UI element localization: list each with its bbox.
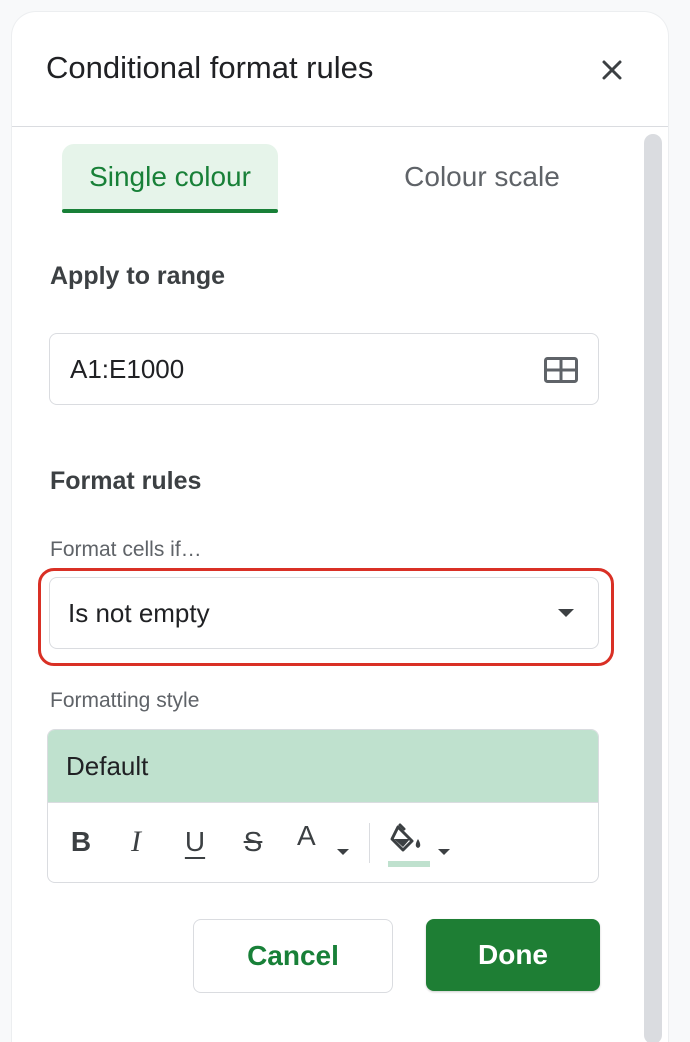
formatting-style-label: Formatting style <box>50 689 200 712</box>
done-button[interactable]: Done <box>426 919 600 991</box>
chevron-down-icon <box>558 609 574 617</box>
tab-single-colour-label: Single colour <box>89 161 251 192</box>
active-tab-indicator <box>62 209 278 213</box>
fill-color-indicator <box>388 861 430 867</box>
cancel-button[interactable]: Cancel <box>193 919 393 993</box>
tab-colour-scale[interactable]: Colour scale <box>372 144 592 210</box>
fill-color-button[interactable] <box>386 817 456 867</box>
apply-range-heading: Apply to range <box>50 262 226 290</box>
condition-dropdown[interactable]: Is not empty <box>49 577 599 649</box>
style-preview[interactable]: Default <box>48 730 598 803</box>
conditional-format-panel: Conditional format rules Single colour C… <box>12 12 668 1042</box>
panel-title: Conditional format rules <box>46 50 374 85</box>
scrollbar[interactable] <box>644 134 662 1042</box>
text-color-button[interactable]: A <box>293 817 353 867</box>
underline-button[interactable]: U <box>180 817 210 867</box>
condition-value: Is not empty <box>68 598 210 628</box>
italic-button[interactable]: I <box>121 817 151 867</box>
tab-single-colour[interactable]: Single colour <box>62 144 278 213</box>
toolbar-divider <box>369 823 370 863</box>
range-input[interactable]: A1:E1000 <box>49 333 599 405</box>
format-cells-if-label: Format cells if… <box>50 538 202 561</box>
close-icon[interactable] <box>596 54 628 86</box>
formatting-style-box: Default B I U S A <box>47 729 599 883</box>
paint-bucket-icon <box>390 823 421 852</box>
style-preview-text: Default <box>66 751 149 781</box>
panel-header: Conditional format rules <box>12 12 668 127</box>
style-toolbar: B I U S A <box>48 803 598 882</box>
format-rules-heading: Format rules <box>50 467 202 495</box>
strikethrough-button[interactable]: S <box>238 817 268 867</box>
grid-select-icon[interactable] <box>544 357 578 383</box>
chevron-down-icon <box>337 849 349 855</box>
bold-button[interactable]: B <box>66 817 96 867</box>
text-color-icon: A <box>297 820 316 851</box>
tab-colour-scale-label: Colour scale <box>404 161 560 192</box>
chevron-down-icon <box>438 849 450 855</box>
range-value: A1:E1000 <box>70 354 185 384</box>
